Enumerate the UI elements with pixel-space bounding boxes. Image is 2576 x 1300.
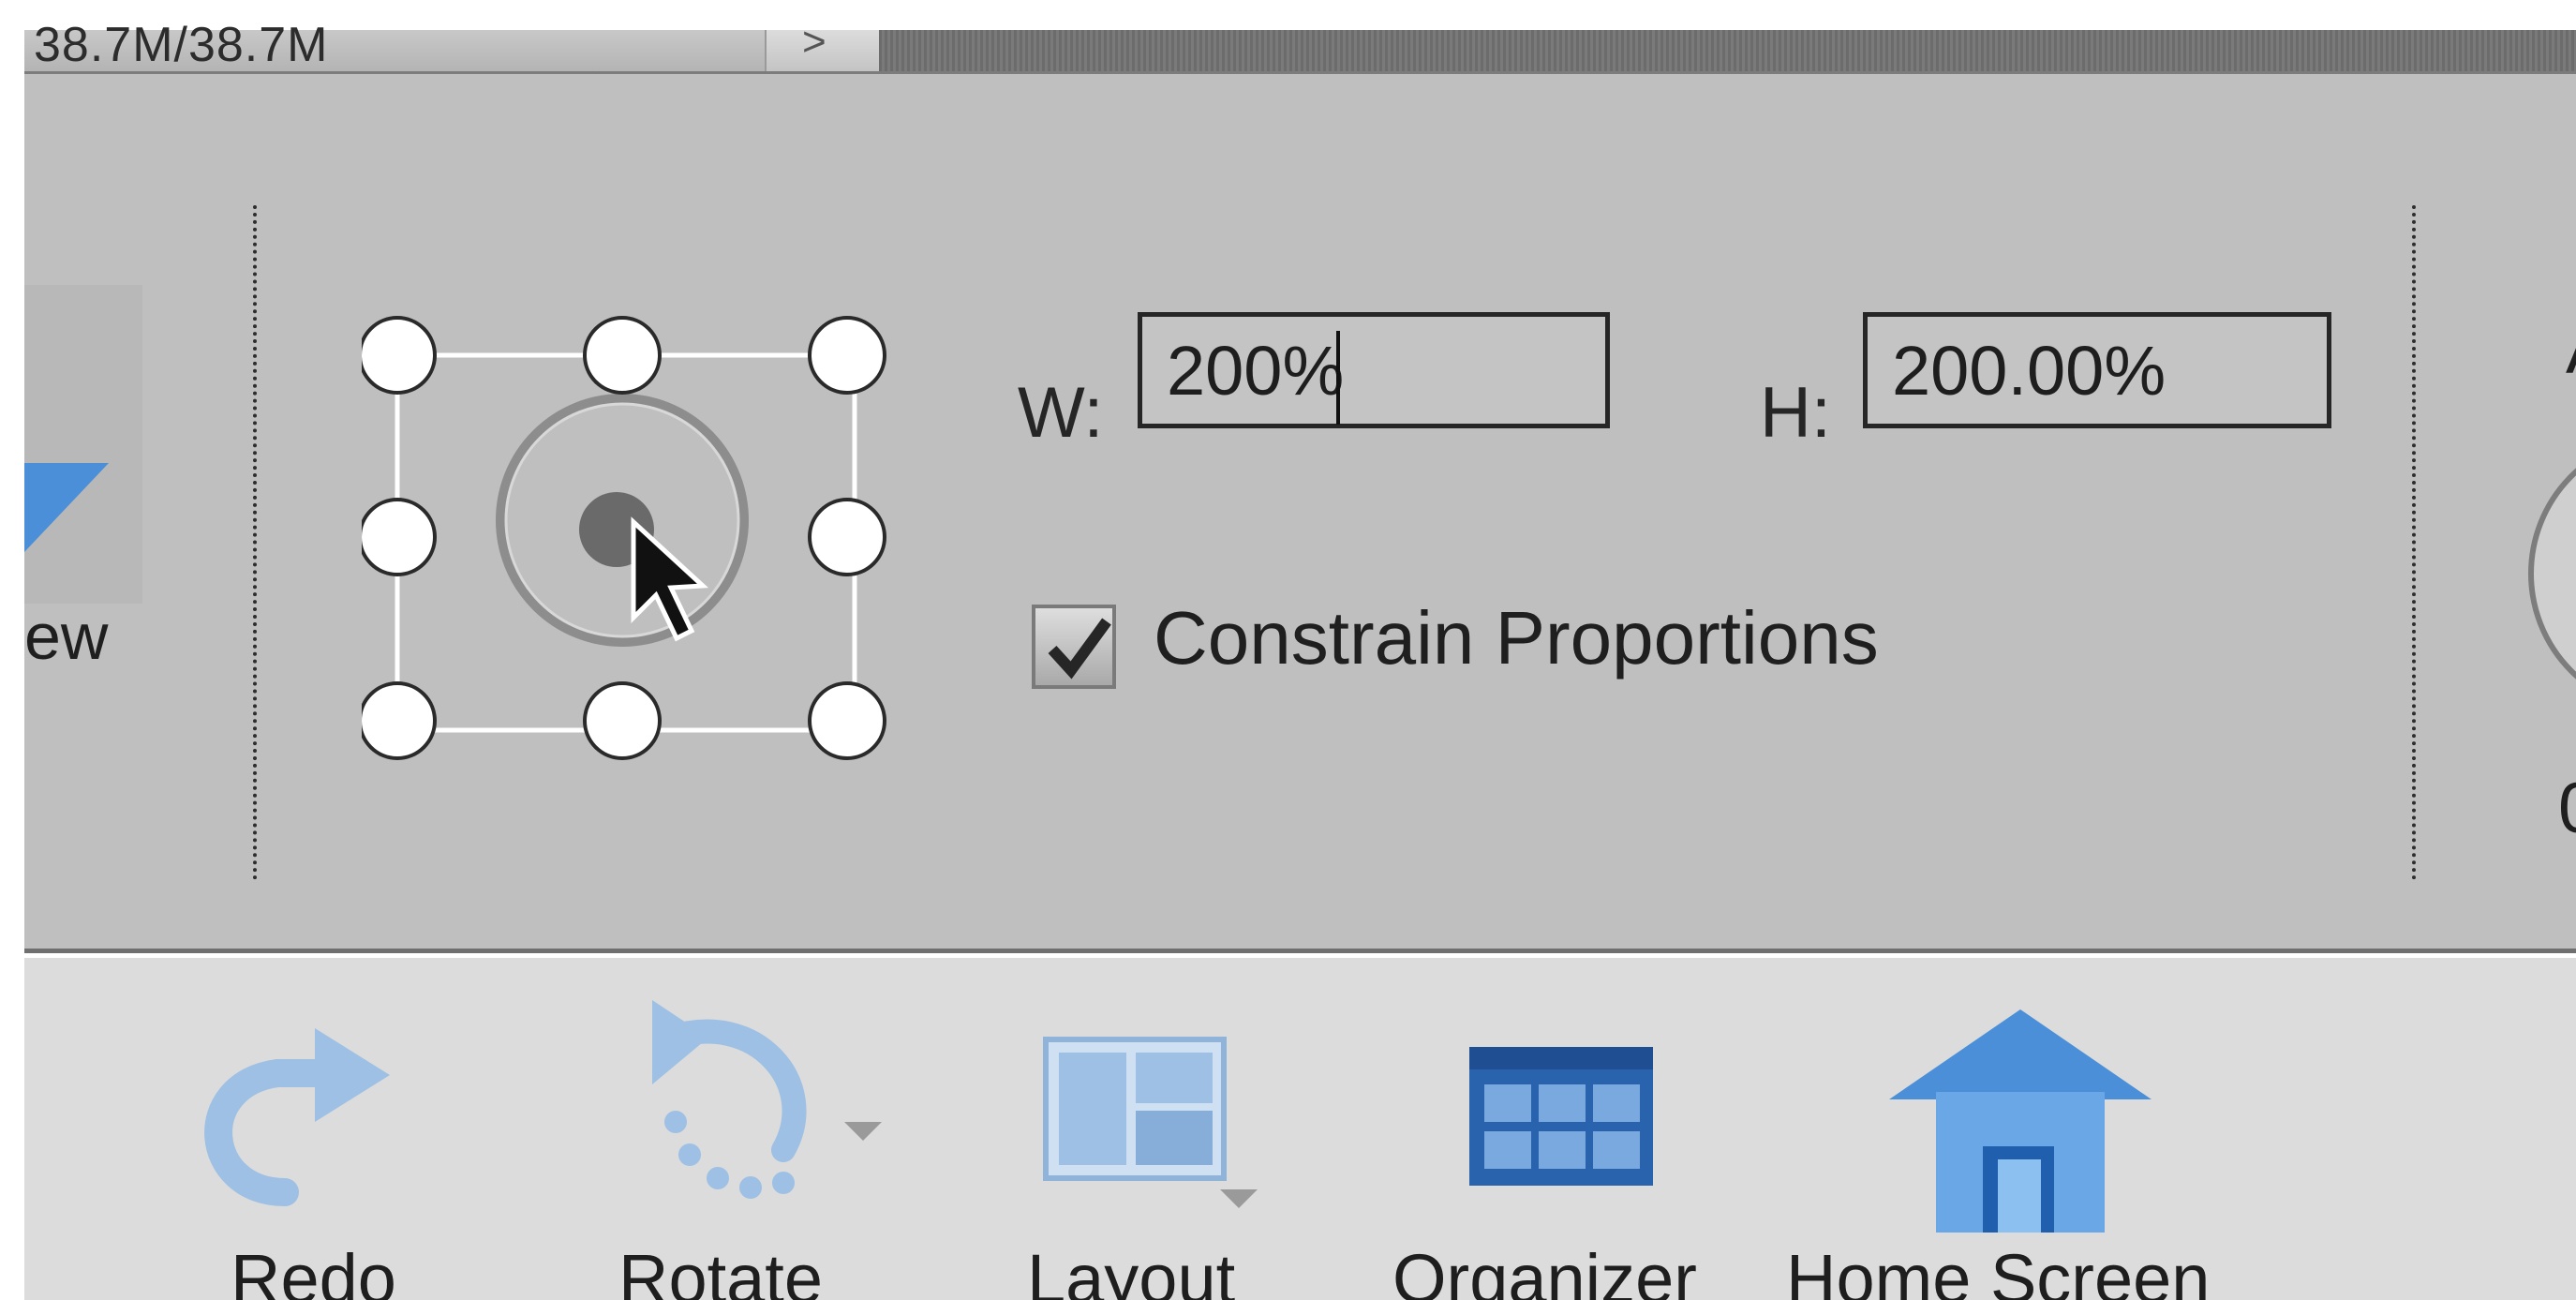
view-option-thumbnail[interactable] bbox=[24, 285, 142, 604]
options-divider-right bbox=[2412, 205, 2416, 880]
constrain-proportions-checkbox[interactable] bbox=[1032, 605, 1116, 689]
reference-point-grid-icon bbox=[358, 316, 886, 760]
document-size-readout: 38.7M/38.7M bbox=[34, 18, 329, 72]
status-scrollbar-track[interactable] bbox=[879, 30, 2576, 71]
bottom-taskbar: Redo Rotate Layout Organizer Home Screen bbox=[24, 958, 2576, 1300]
redo-icon bbox=[204, 1028, 390, 1206]
constrain-proportions-label: Constrain Proportions bbox=[1154, 596, 1879, 680]
rotate-icon bbox=[652, 1000, 882, 1199]
checkmark-icon bbox=[1048, 618, 1111, 680]
layout-label: Layout bbox=[1027, 1240, 1236, 1300]
rotate-label: Rotate bbox=[618, 1240, 824, 1300]
rotate-button[interactable]: Rotate bbox=[587, 958, 896, 1300]
home-icon bbox=[1889, 1009, 2152, 1233]
options-divider-left bbox=[253, 205, 257, 880]
redo-label: Redo bbox=[231, 1240, 396, 1300]
status-bar: 38.7M/38.7M > bbox=[24, 18, 2576, 74]
status-arrow-glyph: > bbox=[802, 19, 826, 65]
home-screen-label: Home Screen bbox=[1786, 1240, 2211, 1300]
width-label: W: bbox=[1018, 373, 1104, 453]
blue-triangle-icon bbox=[24, 463, 109, 552]
organizer-button[interactable]: Organizer bbox=[1355, 958, 1697, 1300]
height-field[interactable] bbox=[1863, 312, 2331, 428]
home-screen-button[interactable]: Home Screen bbox=[1767, 958, 2255, 1300]
text-caret bbox=[1336, 331, 1340, 425]
height-label: H: bbox=[1760, 373, 1831, 453]
width-field[interactable] bbox=[1138, 312, 1610, 428]
layout-button[interactable]: Layout bbox=[1027, 958, 1280, 1300]
redo-button[interactable]: Redo bbox=[174, 958, 418, 1300]
angle-value: 0 bbox=[2558, 768, 2576, 849]
rotation-dial[interactable] bbox=[2528, 433, 2576, 714]
layout-icon bbox=[1043, 1037, 1258, 1208]
tool-options-panel: ew W: 200% H: 200.00% Constrain Proporti… bbox=[24, 74, 2576, 953]
organizer-icon bbox=[1469, 1047, 1653, 1186]
reference-point-locator[interactable] bbox=[358, 290, 905, 777]
status-menu-button[interactable]: > bbox=[765, 19, 881, 71]
angle-label: A bbox=[2566, 308, 2576, 390]
view-option-label: ew bbox=[24, 600, 109, 673]
organizer-label: Organizer bbox=[1392, 1240, 1697, 1300]
screen: 38.7M/38.7M > ew W: 200% H: 200.00% Cons… bbox=[0, 0, 2576, 1300]
